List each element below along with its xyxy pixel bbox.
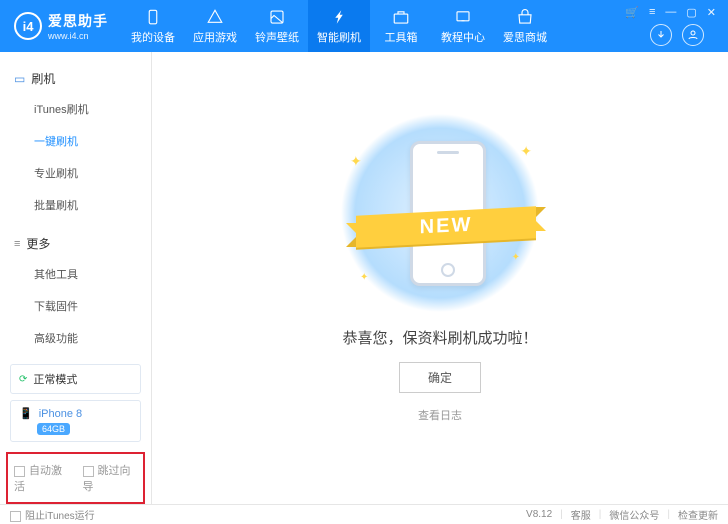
nav-device[interactable]: 我的设备 — [122, 0, 184, 52]
main-content: ✦ ✦ ✦ ✦ NEW 恭喜您，保资料刷机成功啦！ 确定 查看日志 — [152, 52, 728, 504]
option-skip-guide[interactable]: 跳过向导 — [83, 462, 138, 494]
store-icon — [516, 8, 534, 26]
view-log-link[interactable]: 查看日志 — [418, 407, 462, 423]
sidebar-item[interactable]: 专业刷机 — [0, 157, 151, 189]
sidebar: ▭刷机 iTunes刷机一键刷机专业刷机批量刷机 ≡更多 其他工具下载固件高级功… — [0, 52, 152, 504]
header-actions — [636, 24, 718, 46]
tutorial-icon — [454, 8, 472, 26]
download-icon[interactable] — [650, 24, 672, 46]
device-box[interactable]: 📱 iPhone 8 64GB — [10, 400, 141, 442]
logo-url: www.i4.cn — [48, 31, 108, 41]
success-illustration: ✦ ✦ ✦ ✦ NEW — [330, 113, 550, 313]
media-icon — [268, 8, 286, 26]
header: i4 爱思助手 www.i4.cn 我的设备应用游戏铃声壁纸智能刷机工具箱教程中… — [0, 0, 728, 52]
maximize-icon[interactable]: ▢ — [686, 6, 696, 19]
nav-apps[interactable]: 应用游戏 — [184, 0, 246, 52]
close-icon[interactable]: ✕ — [707, 6, 716, 19]
cart-icon[interactable]: 🛒 — [625, 6, 639, 19]
sidebar-item[interactable]: 一键刷机 — [0, 125, 151, 157]
nav-flash[interactable]: 智能刷机 — [308, 0, 370, 52]
sidebar-item[interactable]: 高级功能 — [0, 322, 151, 354]
nav-store[interactable]: 爱思商城 — [494, 0, 556, 52]
version-label: V8.12 — [526, 509, 552, 520]
minimize-icon[interactable]: — — [665, 6, 676, 18]
support-link[interactable]: 客服 — [571, 507, 591, 522]
logo[interactable]: i4 爱思助手 www.i4.cn — [0, 11, 122, 41]
confirm-button[interactable]: 确定 — [399, 362, 481, 393]
nav-media[interactable]: 铃声壁纸 — [246, 0, 308, 52]
option-auto-activate[interactable]: 自动激活 — [14, 462, 69, 494]
update-link[interactable]: 检查更新 — [678, 507, 718, 522]
new-ribbon: NEW — [356, 203, 536, 249]
menu-icon[interactable]: ≡ — [649, 6, 655, 18]
toolbox-icon — [392, 8, 410, 26]
device-icon — [144, 8, 162, 26]
main-nav: 我的设备应用游戏铃声壁纸智能刷机工具箱教程中心爱思商城 — [122, 0, 625, 52]
sidebar-item[interactable]: iTunes刷机 — [0, 93, 151, 125]
sidebar-item[interactable]: 批量刷机 — [0, 189, 151, 221]
wechat-link[interactable]: 微信公众号 — [609, 507, 659, 522]
storage-badge: 64GB — [37, 423, 70, 435]
sidebar-group-flash[interactable]: ▭刷机 — [0, 64, 151, 93]
sidebar-item[interactable]: 其他工具 — [0, 258, 151, 290]
nav-tutorial[interactable]: 教程中心 — [432, 0, 494, 52]
logo-icon: i4 — [14, 12, 42, 40]
logo-title: 爱思助手 — [48, 11, 108, 31]
sidebar-group-more[interactable]: ≡更多 — [0, 229, 151, 258]
options-highlight: 自动激活 跳过向导 — [6, 452, 145, 504]
refresh-icon: ⟳ — [19, 374, 27, 385]
mode-box[interactable]: ⟳ 正常模式 — [10, 364, 141, 394]
sidebar-item[interactable]: 下载固件 — [0, 290, 151, 322]
user-icon[interactable] — [682, 24, 704, 46]
flash-icon — [330, 8, 348, 26]
window-controls: 🛒 ≡ — ▢ ✕ — [625, 0, 728, 19]
footer: 阻止iTunes运行 V8.12| 客服| 微信公众号| 检查更新 — [0, 504, 728, 524]
apps-icon — [206, 8, 224, 26]
mode-label: 正常模式 — [33, 371, 77, 387]
success-message: 恭喜您，保资料刷机成功啦！ — [342, 327, 537, 348]
block-itunes-checkbox[interactable]: 阻止iTunes运行 — [10, 507, 95, 522]
phone-icon: 📱 — [19, 407, 33, 420]
device-name: iPhone 8 — [39, 408, 82, 420]
nav-toolbox[interactable]: 工具箱 — [370, 0, 432, 52]
